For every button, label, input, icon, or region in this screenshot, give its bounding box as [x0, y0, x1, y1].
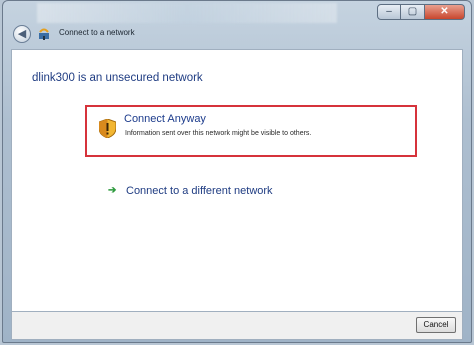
- green-arrow-icon: ➔: [108, 185, 117, 196]
- network-icon: [39, 28, 49, 40]
- cancel-button[interactable]: Cancel: [416, 317, 456, 333]
- maximize-button[interactable]: ▢: [401, 4, 425, 20]
- content-pane: dlink300 is an unsecured network Connect…: [11, 49, 463, 312]
- window-title: Connect to a network: [59, 28, 135, 37]
- page-heading: dlink300 is an unsecured network: [32, 72, 203, 84]
- security-warning-shield-icon: [99, 119, 116, 138]
- back-arrow-icon: ◀: [17, 28, 27, 40]
- connect-different-network-label: Connect to a different network: [126, 185, 273, 197]
- caption-buttons: – ▢ ✕: [377, 4, 465, 20]
- connect-anyway-description: Information sent over this network might…: [125, 130, 312, 137]
- close-button[interactable]: ✕: [425, 4, 465, 20]
- title-bar: – ▢ ✕ ◀ Connect to a network: [3, 1, 471, 47]
- connect-different-network-link[interactable]: ➔ Connect to a different network: [108, 185, 273, 197]
- title-bar-background: [37, 3, 337, 23]
- minimize-button[interactable]: –: [377, 4, 401, 20]
- connect-anyway-label: Connect Anyway: [124, 113, 206, 125]
- button-bar: Cancel: [11, 312, 463, 340]
- dialog-window: – ▢ ✕ ◀ Connect to a network dlink300 is…: [2, 0, 472, 343]
- back-button[interactable]: ◀: [13, 25, 31, 43]
- connect-anyway-option[interactable]: Connect Anyway Information sent over thi…: [85, 105, 417, 157]
